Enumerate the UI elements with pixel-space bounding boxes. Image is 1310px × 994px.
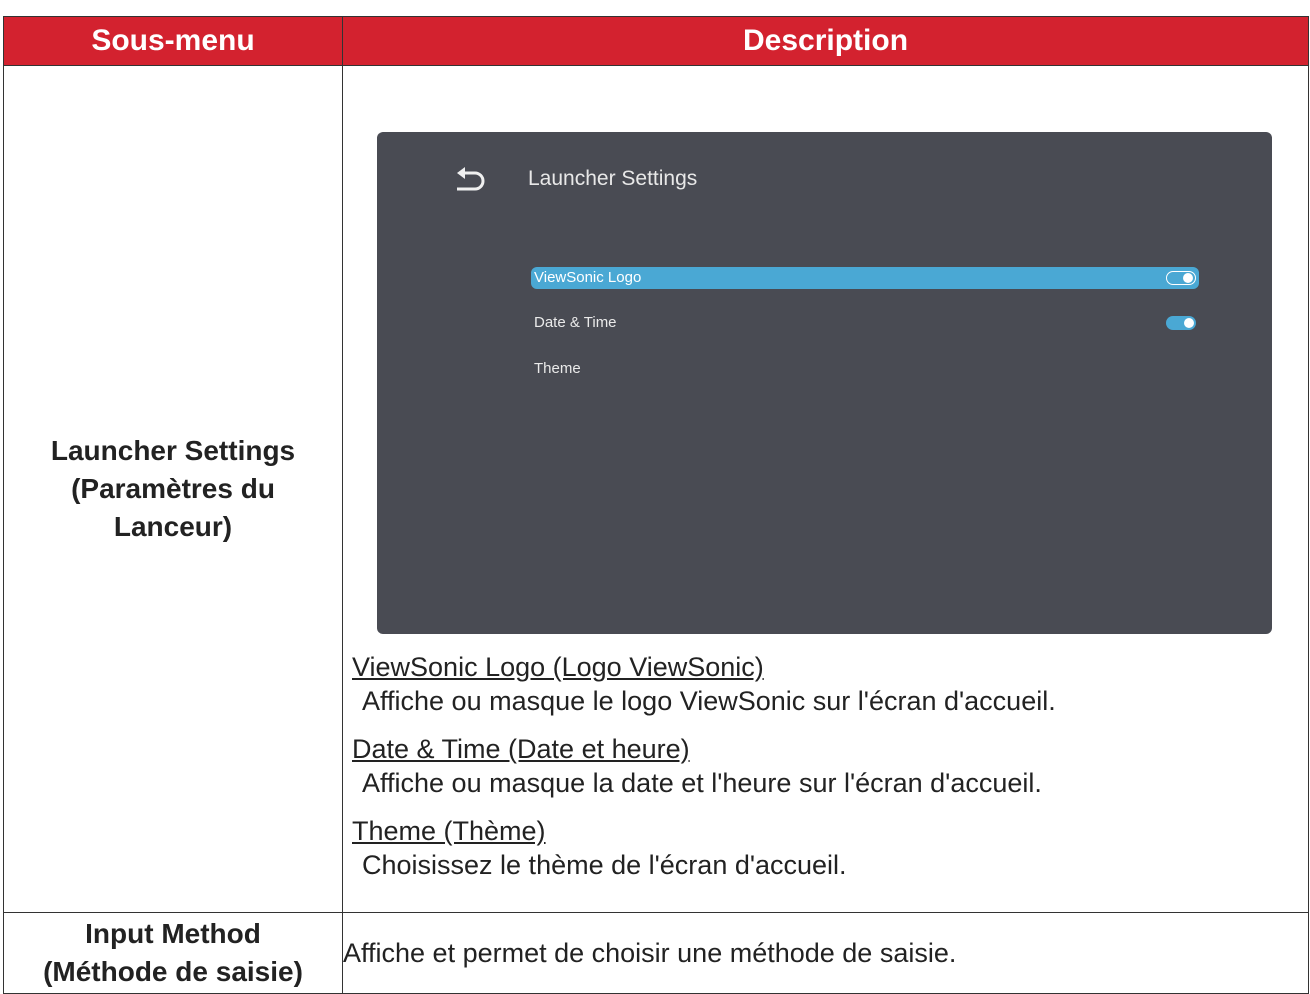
launcher-descriptions: ViewSonic Logo (Logo ViewSonic) Affiche … [343,650,1308,882]
submenu-table: Sous-menu Description Launcher Settings … [3,16,1309,994]
table-row-launcher: Launcher Settings (Paramètres du Lanceur… [3,65,1309,913]
setting-item-date-time[interactable]: Date & Time [531,312,1199,334]
description-term: Date & Time (Date et heure) [352,734,690,764]
header-description: Description [342,16,1309,66]
description-text: Choisissez le thème de l'écran d'accueil… [362,850,847,880]
toggle-knob [1184,318,1194,328]
viewsonic-logo-toggle[interactable] [1166,271,1196,285]
launcher-settings-label: Launcher Settings (Paramètres du Lanceur… [3,65,343,913]
description-text: Affiche ou masque le logo ViewSonic sur … [362,686,1056,716]
launcher-label-line2: (Paramètres du [71,473,275,504]
launcher-settings-screenshot: Launcher Settings ViewSonic Logo Date & … [377,132,1272,634]
setting-item-label: ViewSonic Logo [534,269,642,286]
table-row-input-method: Input Method (Méthode de saisie) Affiche… [3,912,1309,994]
header-submenu: Sous-menu [3,16,343,66]
back-arrow-icon[interactable] [453,165,487,195]
description-text: Affiche ou masque la date et l'heure sur… [362,768,1042,798]
setting-item-viewsonic-logo[interactable]: ViewSonic Logo [531,267,1199,289]
input-method-label-line1: Input Method [85,918,261,949]
description-term: Theme (Thème) [352,816,546,846]
setting-item-label: Theme [534,360,581,377]
toggle-knob [1183,273,1193,283]
launcher-label-line1: Launcher Settings [50,435,296,466]
date-time-toggle[interactable] [1166,316,1196,330]
description-term: ViewSonic Logo (Logo ViewSonic) [352,652,764,682]
launcher-description-cell: Launcher Settings ViewSonic Logo Date & … [342,65,1309,913]
launcher-label-line3: Lanceur) [113,511,233,542]
screenshot-title: Launcher Settings [528,167,698,190]
input-method-label-line2: (Méthode de saisie) [43,956,303,987]
setting-item-theme[interactable]: Theme [531,358,1199,380]
table-header-row: Sous-menu Description [3,16,1309,66]
input-method-description: Affiche et permet de choisir une méthode… [342,912,1309,994]
input-method-label: Input Method (Méthode de saisie) [3,912,343,994]
setting-item-label: Date & Time [534,314,617,331]
